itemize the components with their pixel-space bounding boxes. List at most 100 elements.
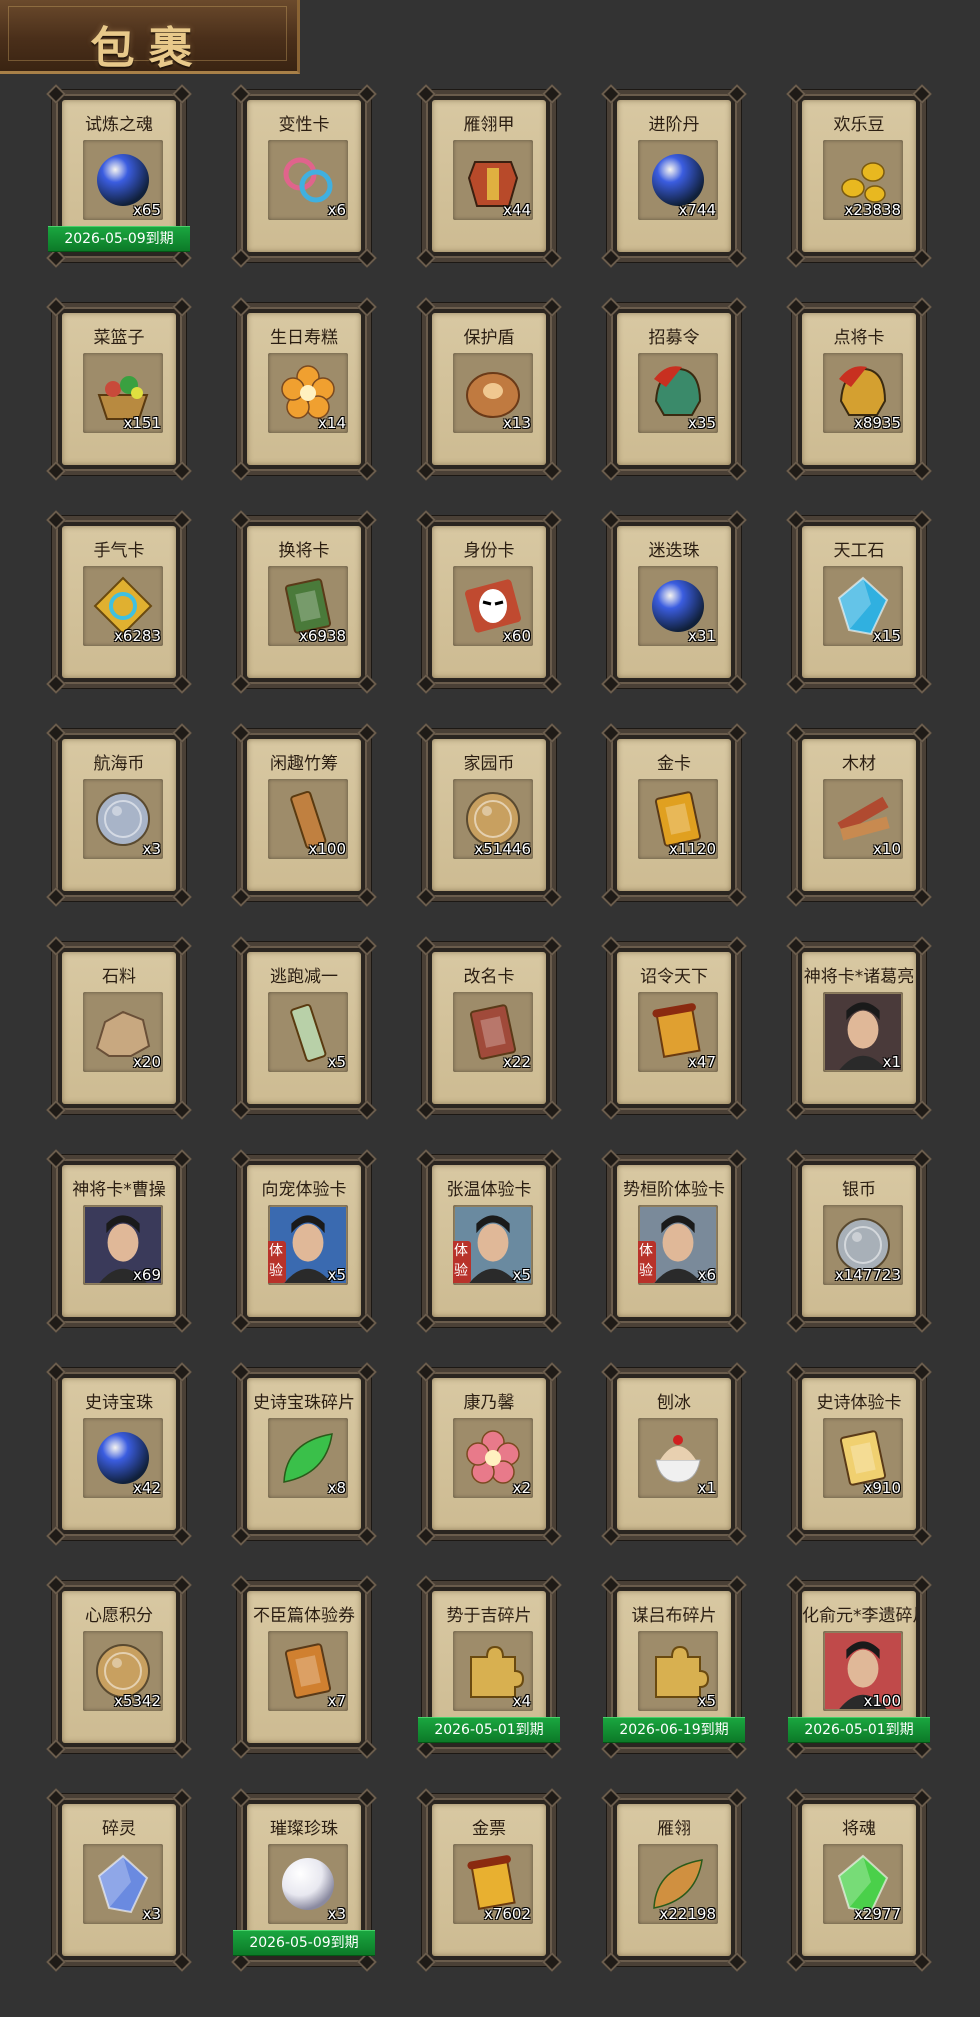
item-card[interactable]: 金票 x7602 (416, 1788, 562, 1972)
item-count: x8935 (853, 414, 901, 432)
item-card[interactable]: 点将卡 x8935 (786, 297, 932, 481)
item-name: 逃跑减一 (270, 967, 338, 987)
item-card[interactable]: 金卡 x1120 (601, 723, 747, 907)
expiry-banner: 2026-06-19到期 (603, 1717, 745, 1743)
carnation-icon: x2 (453, 1418, 533, 1498)
item-count: x744 (678, 201, 716, 219)
item-card-face: 雁翎甲 x44 (432, 100, 546, 252)
item-card[interactable]: 试炼之魂 x65 2026-05-09到期 (46, 84, 192, 268)
item-count: x3 (142, 1905, 161, 1923)
item-card[interactable]: 雁翎甲 x44 (416, 84, 562, 268)
item-count: x8 (327, 1479, 346, 1497)
item-name: 史诗体验卡 (816, 1393, 902, 1413)
item-card[interactable]: 碎灵 x3 (46, 1788, 192, 1972)
expiry-banner: 2026-05-09到期 (48, 226, 190, 252)
item-card[interactable]: 闲趣竹筹 x100 (231, 723, 377, 907)
item-count: x5342 (113, 1692, 161, 1710)
item-card[interactable]: 木材 x10 (786, 723, 932, 907)
trial-badge: 体验 (453, 1241, 471, 1283)
general-card-icon: x8935 (823, 353, 903, 433)
item-card[interactable]: 保护盾 x13 (416, 297, 562, 481)
item-card[interactable]: 康乃馨 x2 (416, 1362, 562, 1546)
yellow-card-icon: x910 (823, 1418, 903, 1498)
item-card[interactable]: 诏令天下 x47 (601, 936, 747, 1120)
item-card[interactable]: 航海币 x3 (46, 723, 192, 907)
item-card[interactable]: 家园币 x51446 (416, 723, 562, 907)
item-name: 刨冰 (657, 1393, 691, 1413)
item-card[interactable]: 菜篮子 x151 (46, 297, 192, 481)
item-card[interactable]: 迷迭珠 x31 (601, 510, 747, 694)
item-card-face: 张温体验卡 体验 x5 (432, 1165, 546, 1317)
bamboo-tally-icon: x100 (268, 779, 348, 859)
item-card[interactable]: 向宠体验卡 体验 x5 (231, 1149, 377, 1333)
item-card-face: 招募令 x35 (617, 313, 731, 465)
item-name: 将魂 (842, 1819, 876, 1839)
item-card[interactable]: 手气卡 x6283 (46, 510, 192, 694)
item-card[interactable]: 进阶丹 x744 (601, 84, 747, 268)
item-card-face: 生日寿糕 x14 (247, 313, 361, 465)
item-card[interactable]: 史诗宝珠碎片 x8 (231, 1362, 377, 1546)
item-count: x65 (133, 201, 161, 219)
item-name: 谋吕布碎片 (631, 1606, 717, 1626)
silver-coins-icon: x147723 (823, 1205, 903, 1285)
puzzle-icon: x5 (638, 1631, 718, 1711)
shield-icon: x13 (453, 353, 533, 433)
item-card[interactable]: 银币 x147723 (786, 1149, 932, 1333)
item-name: 变性卡 (278, 115, 330, 135)
item-card[interactable]: 谋吕布碎片 x5 2026-06-19到期 (601, 1575, 747, 1759)
portrait-icon: 体验 x5 (268, 1205, 348, 1285)
item-card-face: 诏令天下 x47 (617, 952, 731, 1104)
item-card[interactable]: 史诗宝珠 x42 (46, 1362, 192, 1546)
item-card[interactable]: 逃跑减一 x5 (231, 936, 377, 1120)
item-card[interactable]: 化俞元*李遗碎片 x100 2026-05-01到期 (786, 1575, 932, 1759)
item-count: x35 (688, 414, 716, 432)
item-count: x22 (503, 1053, 531, 1071)
item-name: 点将卡 (833, 328, 885, 348)
item-count: x1 (697, 1479, 716, 1497)
item-card[interactable]: 石料 x20 (46, 936, 192, 1120)
item-card[interactable]: 势于吉碎片 x4 2026-05-01到期 (416, 1575, 562, 1759)
item-card[interactable]: 势桓阶体验卡 体验 x6 (601, 1149, 747, 1333)
item-card-face: 神将卡*曹操 x69 (62, 1165, 176, 1317)
item-card[interactable]: 生日寿糕 x14 (231, 297, 377, 481)
item-card[interactable]: 天工石 x15 (786, 510, 932, 694)
item-name: 不臣篇体验券 (253, 1606, 355, 1626)
item-name: 手气卡 (93, 541, 145, 561)
item-card[interactable]: 心愿积分 x5342 (46, 1575, 192, 1759)
item-count: x31 (688, 627, 716, 645)
item-card-face: 向宠体验卡 体验 x5 (247, 1165, 361, 1317)
expiry-banner: 2026-05-01到期 (418, 1717, 560, 1743)
item-card[interactable]: 变性卡 x6 (231, 84, 377, 268)
item-card[interactable]: 欢乐豆 x23838 (786, 84, 932, 268)
item-card-face: 金卡 x1120 (617, 739, 731, 891)
item-card[interactable]: 换将卡 x6938 (231, 510, 377, 694)
item-card[interactable]: 璀璨珍珠 x3 2026-05-09到期 (231, 1788, 377, 1972)
leaf-shard-icon: x8 (268, 1418, 348, 1498)
item-card[interactable]: 神将卡*曹操 x69 (46, 1149, 192, 1333)
item-card[interactable]: 刨冰 x1 (601, 1362, 747, 1546)
item-card-face: 康乃馨 x2 (432, 1378, 546, 1530)
item-card[interactable]: 雁翎 x22198 (601, 1788, 747, 1972)
item-count: x6938 (298, 627, 346, 645)
item-card[interactable]: 将魂 x2977 (786, 1788, 932, 1972)
item-count: x6 (327, 201, 346, 219)
trial-badge: 体验 (268, 1241, 286, 1283)
item-card[interactable]: 史诗体验卡 x910 (786, 1362, 932, 1546)
item-card[interactable]: 改名卡 x22 (416, 936, 562, 1120)
expiry-banner: 2026-05-01到期 (788, 1717, 930, 1743)
item-name: 张温体验卡 (446, 1180, 532, 1200)
item-card[interactable]: 身份卡 x60 (416, 510, 562, 694)
item-card-face: 神将卡*诸葛亮 x1 (802, 952, 916, 1104)
item-card[interactable]: 张温体验卡 体验 x5 (416, 1149, 562, 1333)
item-count: x100 (863, 1692, 901, 1710)
blue-orb-icon: x31 (638, 566, 718, 646)
item-card[interactable]: 神将卡*诸葛亮 x1 (786, 936, 932, 1120)
item-card[interactable]: 招募令 x35 (601, 297, 747, 481)
item-card[interactable]: 不臣篇体验券 x7 (231, 1575, 377, 1759)
portrait-icon: 体验 x5 (453, 1205, 533, 1285)
stone-icon: x20 (83, 992, 163, 1072)
gold-ticket-icon: x7602 (453, 1844, 533, 1924)
crystal-icon: x15 (823, 566, 903, 646)
item-card-face: 雁翎 x22198 (617, 1804, 731, 1956)
item-name: 神将卡*诸葛亮 (803, 967, 915, 987)
